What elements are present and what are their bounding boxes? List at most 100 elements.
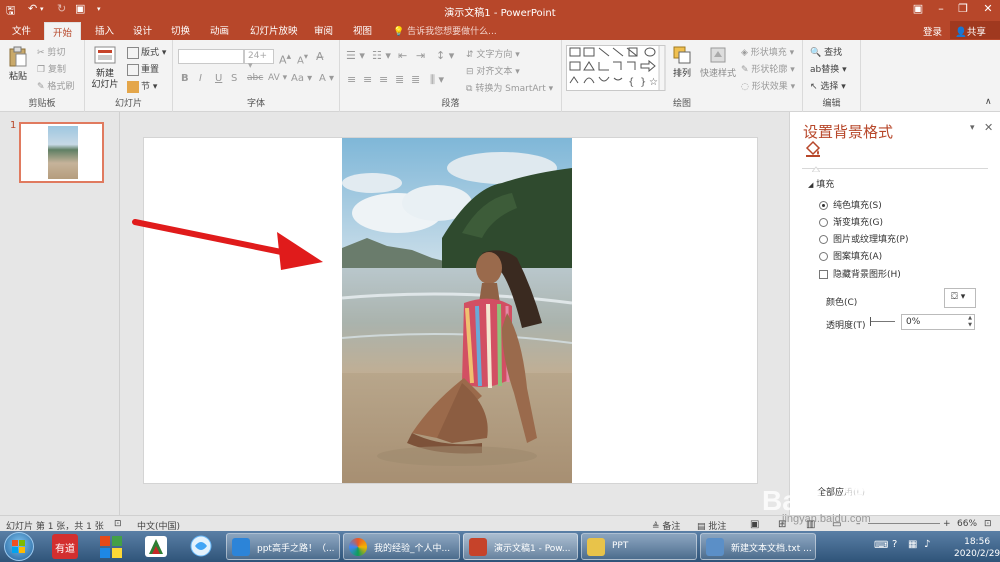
spellcheck-icon[interactable]: ⊡ [114, 519, 122, 529]
gradient-fill-radio[interactable]: 渐变填充(G) [819, 215, 883, 228]
increase-indent-icon[interactable]: ⇥ [416, 49, 425, 62]
section-button[interactable]: 节 ▾ [127, 79, 157, 93]
tab-slideshow[interactable]: 幻灯片放映 [250, 23, 298, 37]
picture-fill-radio[interactable]: 图片或纹理填充(P) [819, 232, 908, 245]
numbering-icon[interactable]: ☷ ▾ [372, 49, 391, 62]
strikethrough-button[interactable]: abc [247, 73, 263, 83]
text-direction-button[interactable]: ⇵ 文字方向 ▾ [466, 47, 520, 60]
taskbar-item-notepad[interactable]: 新建文本文档.txt ... [700, 533, 816, 560]
shape-fill-button[interactable]: ◈ 形状填充 ▾ [741, 45, 794, 58]
normal-view-icon[interactable]: ▣ [750, 519, 759, 530]
shape-effects-button[interactable]: ◌ 形状效果 ▾ [741, 79, 795, 92]
taskbar-item-folder[interactable]: PPT [581, 533, 697, 560]
taskbar-item-browser[interactable]: ppt高手之路！（... [226, 533, 340, 560]
tab-file[interactable]: 文件 [12, 23, 31, 37]
login-link[interactable]: 登录 [923, 24, 942, 38]
tab-insert[interactable]: 插入 [95, 23, 114, 37]
transparency-input[interactable]: 0% ▲ ▼ [901, 314, 975, 330]
columns-icon[interactable]: ⫼ ▾ [430, 73, 444, 87]
shape-outline-button[interactable]: ✎ 形状轮廓 ▾ [741, 62, 795, 75]
line-spacing-icon[interactable]: ↕ ▾ [436, 49, 454, 62]
tab-view[interactable]: 视图 [353, 23, 372, 37]
network-icon[interactable]: ▦ [908, 539, 917, 550]
grow-font-icon[interactable]: A▴ [279, 51, 291, 67]
format-painter-button[interactable]: ✎ 格式刷 [37, 79, 74, 92]
tell-me-text: 告诉我您想要做什么... [407, 27, 497, 37]
clear-format-icon[interactable]: A̶ [316, 50, 324, 63]
youdao-icon[interactable]: 有道 [52, 534, 78, 559]
arrange-button[interactable]: 排列 [668, 45, 696, 80]
clock[interactable]: 18:56 2020/2/29 [954, 536, 1000, 560]
pane-close-icon[interactable]: ✕ [984, 121, 993, 134]
beach-photo[interactable] [342, 138, 572, 483]
taskbar-item-experience[interactable]: 我的经验_个人中... [343, 533, 460, 560]
shrink-font-icon[interactable]: A▾ [297, 51, 308, 66]
select-button[interactable]: ↖ 选择 ▾ [810, 79, 846, 92]
new-slide-button[interactable]: 新建 幻灯片 [90, 45, 120, 91]
start-button[interactable] [4, 532, 34, 561]
color-label: 颜色(C) [826, 298, 858, 308]
cut-button[interactable]: ✂ 剪切 [37, 45, 65, 58]
share-button[interactable]: 👤共享 [950, 21, 1000, 39]
smartart-button[interactable]: ⧉ 转换为 SmartArt ▾ [466, 81, 553, 94]
pane-options-icon[interactable]: ▾ [970, 123, 975, 133]
transparency-slider[interactable] [870, 317, 895, 326]
minimize-icon[interactable]: – [931, 2, 951, 15]
color-picker-button[interactable]: ⛋ ▾ [944, 288, 976, 308]
align-text-button[interactable]: ⊟ 对齐文本 ▾ [466, 64, 520, 77]
reset-icon [127, 63, 139, 76]
collapse-ribbon-icon[interactable]: ∧ [985, 97, 992, 107]
underline-button[interactable]: U [215, 73, 222, 84]
ribbon-display-icon[interactable]: ▣ [908, 2, 928, 15]
align-right-icon[interactable]: ≡ [379, 73, 388, 86]
replace-button[interactable]: ab替换 ▾ [810, 62, 847, 75]
shadow-button[interactable]: S [231, 73, 237, 84]
align-center-icon[interactable]: ≡ [363, 73, 372, 86]
bullets-icon[interactable]: ☰ ▾ [346, 49, 365, 62]
find-button[interactable]: 🔍 查找 [810, 45, 842, 58]
font-name-input[interactable] [178, 49, 244, 64]
tab-transitions[interactable]: 切换 [171, 23, 190, 37]
shapes-gallery[interactable]: { } ☆ [566, 45, 666, 91]
fill-bucket-icon[interactable] [804, 140, 822, 158]
justify-icon[interactable]: ≣ [395, 73, 404, 86]
app-tiles-icon[interactable] [98, 534, 124, 559]
pattern-fill-radio[interactable]: 图案填充(A) [819, 249, 882, 262]
distributed-icon[interactable]: ≣ [411, 73, 420, 86]
hide-bg-graphics-checkbox[interactable]: 隐藏背景图形(H) [819, 267, 901, 280]
align-left-icon[interactable]: ≡ [347, 73, 356, 86]
media-app-icon[interactable] [143, 534, 169, 559]
bold-button[interactable]: B [181, 73, 189, 84]
solid-fill-radio[interactable]: 纯色填充(S) [819, 198, 882, 211]
char-spacing-button[interactable]: AV ▾ [268, 73, 287, 83]
taskbar-item-powerpoint[interactable]: 演示文稿1 - Pow... [463, 533, 578, 560]
taskbar-item-label: ppt高手之路！（... [257, 544, 335, 554]
reset-button[interactable]: 重置 [127, 62, 159, 76]
tab-animations[interactable]: 动画 [210, 23, 229, 37]
copy-button[interactable]: ❐ 复制 [37, 62, 66, 75]
tell-me-box[interactable]: 💡 告诉我您想要做什么... [393, 24, 497, 37]
slide-thumbnail[interactable] [19, 122, 104, 183]
slide[interactable] [143, 137, 758, 484]
quick-styles-button[interactable]: 快速样式 [698, 45, 738, 80]
help-icon[interactable]: ? [892, 539, 897, 550]
restore-icon[interactable]: ❐ [953, 2, 973, 15]
volume-icon[interactable]: ♪ [924, 539, 930, 550]
tab-home[interactable]: 开始 [44, 22, 82, 40]
italic-button[interactable]: I [199, 73, 202, 84]
font-color-button[interactable]: A ▾ [319, 73, 334, 84]
editing-group-label: 编辑 [822, 99, 841, 109]
decrease-indent-icon[interactable]: ⇤ [398, 49, 407, 62]
change-case-button[interactable]: Aa ▾ [291, 73, 312, 84]
layout-button[interactable]: 版式 ▾ [127, 45, 166, 59]
fill-section-header[interactable]: ◢ 填充 [808, 177, 834, 190]
tab-design[interactable]: 设计 [133, 23, 152, 37]
keyboard-icon[interactable]: ⌨ [874, 540, 888, 551]
spinner-icon[interactable]: ▲ ▼ [968, 315, 972, 329]
close-icon[interactable]: ✕ [978, 2, 998, 15]
browser-app-icon[interactable] [188, 534, 214, 559]
tab-review[interactable]: 审阅 [314, 23, 333, 37]
fit-slide-icon[interactable]: ⊡ [984, 519, 992, 529]
paste-button[interactable]: 粘贴 [6, 46, 30, 83]
font-size-input[interactable]: 24+ ▾ [244, 49, 274, 71]
